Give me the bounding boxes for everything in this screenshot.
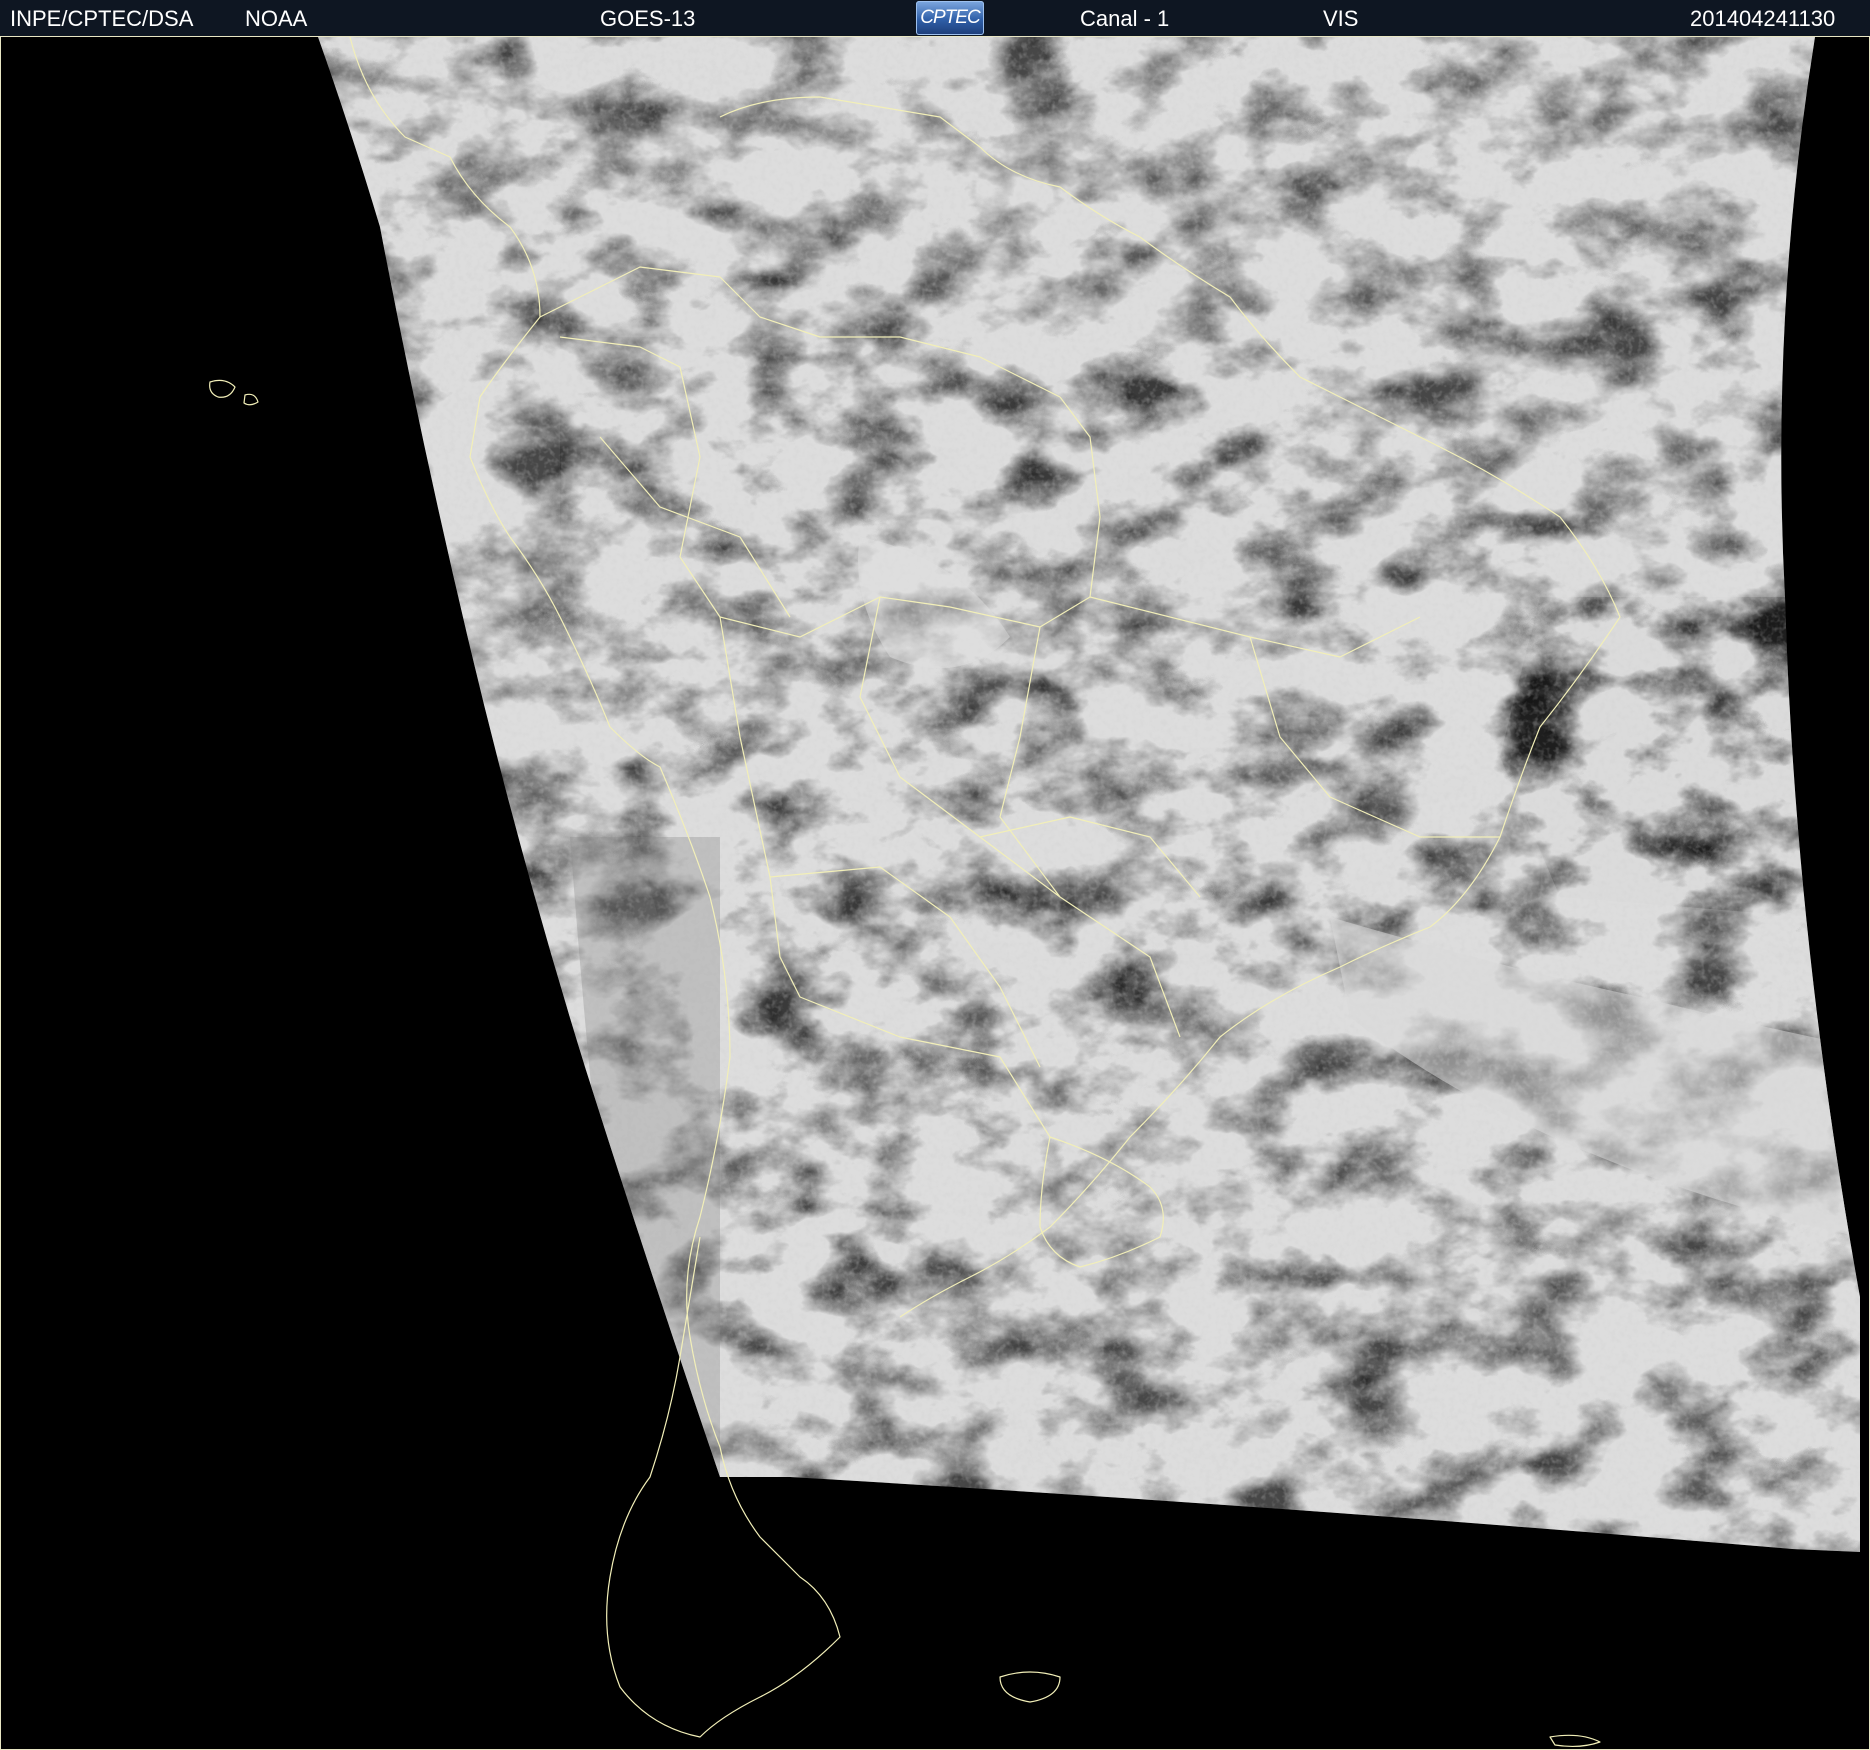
source-label: NOAA — [245, 6, 308, 31]
agency-label: INPE/CPTEC/DSA — [10, 6, 194, 31]
logo-text: CPTEC — [920, 7, 980, 28]
satellite-label: GOES-13 — [600, 6, 696, 31]
band-label: VIS — [1323, 6, 1359, 31]
satellite-image — [0, 37, 1870, 1750]
timestamp-label: 201404241130 — [1690, 6, 1836, 31]
cptec-logo-icon: CPTEC — [916, 1, 984, 35]
channel-label: Canal - 1 — [1080, 6, 1170, 31]
header-bar: INPE/CPTEC/DSA NOAA GOES-13 CPTEC Canal … — [0, 0, 1870, 37]
